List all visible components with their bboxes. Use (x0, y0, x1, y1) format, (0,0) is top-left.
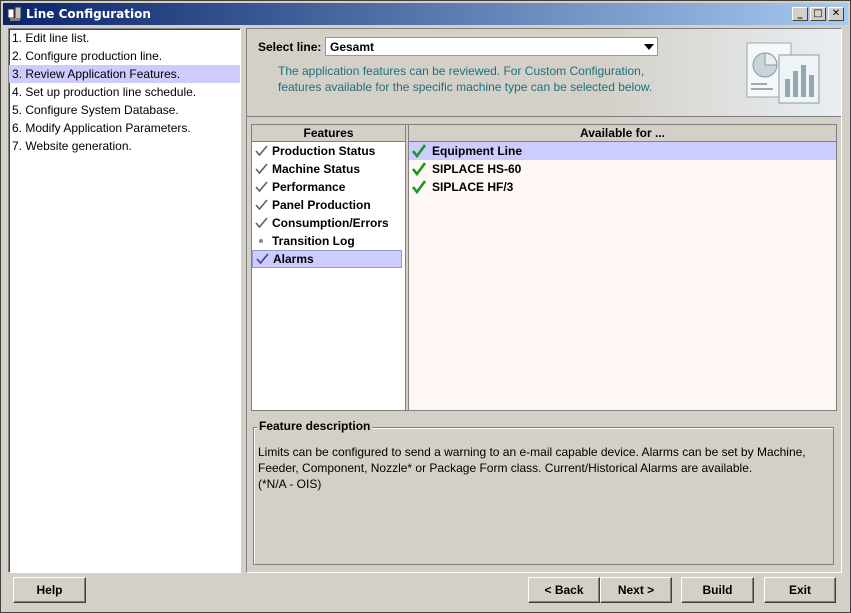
description-line: Feeder, Component, Nozzle* or Package Fo… (258, 461, 753, 475)
feature-label: Production Status (272, 144, 376, 158)
checkmark-icon (255, 163, 270, 175)
feature-description-text: Limits can be configured to send a warni… (258, 444, 833, 492)
description-line: Limits can be configured to send a warni… (258, 445, 806, 459)
available-item[interactable]: SIPLACE HF/3 (409, 178, 836, 196)
content-pane: Select line: Gesamt The application feat… (246, 28, 842, 573)
step-item[interactable]: 1. Edit line list. (9, 29, 240, 47)
line-select-dropdown[interactable]: Gesamt (325, 37, 658, 56)
description-line: (*N/A - OIS) (258, 477, 322, 491)
features-column-header: Features (252, 125, 405, 142)
green-checkmark-icon (412, 180, 428, 194)
maximize-button[interactable]: □ (810, 7, 826, 21)
checkmark-icon (255, 217, 270, 229)
feature-label: Transition Log (272, 234, 355, 248)
checkmark-icon (255, 181, 270, 193)
available-label: SIPLACE HF/3 (432, 180, 514, 194)
feature-item[interactable]: Machine Status (252, 160, 405, 178)
dropdown-arrow-icon[interactable] (640, 38, 657, 55)
step-item-active[interactable]: 3. Review Application Features. (9, 65, 240, 83)
green-checkmark-icon (412, 162, 428, 176)
build-button[interactable]: Build (681, 577, 754, 603)
step-item[interactable]: 2. Configure production line. (9, 47, 240, 65)
feature-label: Panel Production (272, 198, 371, 212)
feature-item[interactable]: Performance (252, 178, 405, 196)
next-button[interactable]: Next > (600, 577, 672, 603)
feature-label: Consumption/Errors (272, 216, 389, 230)
available-label: Equipment Line (432, 144, 522, 158)
available-for-list: Available for ... Equipment Line SIPLACE … (409, 125, 836, 410)
available-label: SIPLACE HS-60 (432, 162, 522, 176)
checkmark-icon (255, 145, 270, 157)
features-list: Features Production Status Machine Status… (252, 125, 405, 410)
line-configuration-window: Line Configuration _ □ ✕ 1. Edit line li… (0, 0, 851, 613)
chart-illustration-icon (727, 39, 827, 109)
app-icon (7, 6, 23, 22)
checkmark-icon (256, 253, 271, 265)
features-panel: Features Production Status Machine Status… (251, 124, 837, 411)
feature-item[interactable]: Production Status (252, 142, 405, 160)
feature-label: Performance (272, 180, 346, 194)
available-item[interactable]: Equipment Line (409, 142, 836, 160)
step-list: 1. Edit line list. 2. Configure producti… (8, 28, 241, 573)
feature-label: Machine Status (272, 162, 361, 176)
info-text: The application features can be reviewed… (278, 64, 653, 94)
minimize-button[interactable]: _ (792, 7, 808, 21)
bullet-dot-icon (255, 235, 270, 247)
help-button[interactable]: Help (13, 577, 86, 603)
selected-line-value: Gesamt (330, 39, 375, 54)
feature-description-title: Feature description (257, 419, 373, 433)
window-title: Line Configuration (26, 7, 151, 21)
feature-description-group: Feature description Limits can be config… (253, 419, 834, 565)
header-area: Select line: Gesamt The application feat… (247, 29, 841, 117)
feature-item[interactable]: Transition Log (252, 232, 405, 250)
step-item[interactable]: 5. Configure System Database. (9, 101, 240, 119)
feature-item[interactable]: Alarms (252, 250, 402, 268)
select-line-label: Select line: (258, 40, 322, 54)
close-button[interactable]: ✕ (828, 7, 844, 21)
green-checkmark-icon (412, 144, 428, 158)
available-column-header: Available for ... (409, 125, 836, 142)
back-button[interactable]: < Back (528, 577, 600, 603)
exit-button[interactable]: Exit (764, 577, 836, 603)
step-item[interactable]: 6. Modify Application Parameters. (9, 119, 240, 137)
feature-item[interactable]: Panel Production (252, 196, 405, 214)
feature-label: Alarms (273, 252, 314, 266)
feature-item[interactable]: Consumption/Errors (252, 214, 405, 232)
available-item[interactable]: SIPLACE HS-60 (409, 160, 836, 178)
step-item[interactable]: 4. Set up production line schedule. (9, 83, 240, 101)
checkmark-icon (255, 199, 270, 211)
step-item[interactable]: 7. Website generation. (9, 137, 240, 155)
title-bar: Line Configuration _ □ ✕ (3, 3, 848, 25)
